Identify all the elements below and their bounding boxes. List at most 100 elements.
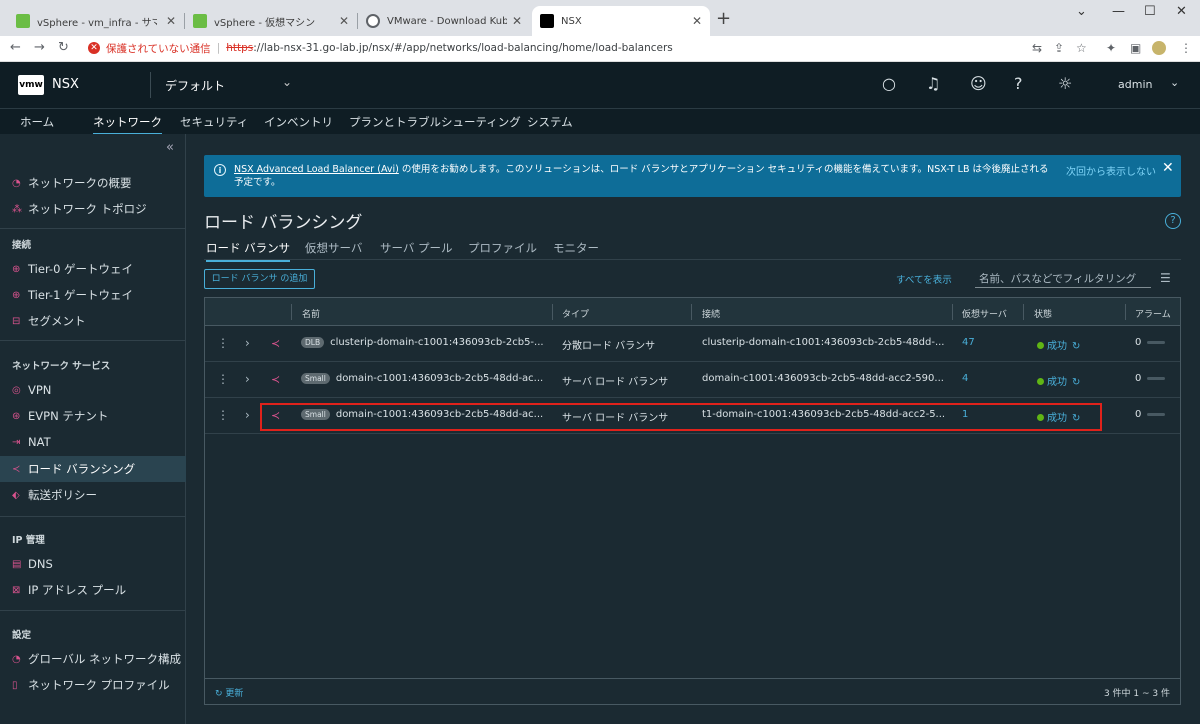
nav-networking[interactable]: ネットワーク: [93, 114, 162, 136]
dont-show-again-link[interactable]: 次回から表示しない: [1066, 163, 1156, 178]
row-actions-icon[interactable]: ⋮: [217, 336, 229, 350]
chevron-down-icon[interactable]: ⌄: [1170, 76, 1179, 89]
tab-profiles[interactable]: プロファイル: [468, 240, 537, 256]
security-warning[interactable]: 保護されていない通信: [106, 41, 211, 56]
help-icon[interactable]: ?: [1014, 74, 1023, 93]
chevron-down-icon[interactable]: ⌄: [1076, 4, 1087, 19]
tab-server-pools[interactable]: サーバ プール: [380, 240, 453, 256]
sidepanel-icon[interactable]: ▣: [1130, 41, 1141, 55]
close-icon[interactable]: ✕: [692, 14, 702, 28]
sidebar-item-evpn[interactable]: ⊛ EVPN テナント: [12, 403, 186, 429]
menu-kebab-icon[interactable]: ⋮: [1180, 41, 1192, 55]
collapse-icon[interactable]: «: [166, 140, 174, 155]
column-header-name[interactable]: 名前: [302, 307, 320, 320]
sidebar-item-forwarding-policy[interactable]: ⬖ 転送ポリシー: [12, 482, 186, 508]
url-path: ://lab-nsx-31.go-lab.jp/nsx/#/app/networ…: [253, 42, 673, 54]
bell-icon[interactable]: ♫: [926, 74, 940, 93]
close-icon[interactable]: ✕: [512, 14, 522, 28]
status-text[interactable]: 成功: [1047, 341, 1067, 352]
sidebar-item-segments[interactable]: ⊟ セグメント: [12, 308, 186, 334]
avi-link[interactable]: NSX Advanced Load Balancer (Avi): [234, 164, 399, 175]
column-header-type[interactable]: タイプ: [562, 307, 589, 320]
smiley-icon[interactable]: ☺: [970, 74, 987, 93]
close-icon[interactable]: ✕: [166, 14, 176, 28]
sidebar-item-load-balancing[interactable]: ≺ ロード バランシング: [0, 456, 186, 482]
help-icon[interactable]: ?: [1165, 213, 1181, 229]
sidebar-group-title: 設定: [12, 630, 32, 641]
minimize-icon[interactable]: —: [1112, 4, 1125, 19]
status-cell: 成功 ↻: [1037, 373, 1080, 388]
sidebar-item-network-overview[interactable]: ◔ ネットワークの概要: [12, 170, 186, 196]
sidebar-item-nat[interactable]: ⇥ NAT: [12, 429, 186, 455]
user-menu[interactable]: admin: [1118, 78, 1152, 91]
refresh-button[interactable]: ↻ 更新: [215, 686, 243, 699]
new-tab-icon[interactable]: +: [716, 8, 731, 29]
reload-icon[interactable]: ↻: [58, 40, 69, 55]
success-dot-icon: [1037, 342, 1044, 349]
table-row[interactable]: ⋮ › ≺ DLB clusterip-domain-c1001:436093cb…: [205, 326, 1180, 362]
sidebar-item-tier0[interactable]: ⊕ Tier-0 ゲートウェイ: [12, 256, 186, 282]
filter-input[interactable]: 名前、パスなどでフィルタリング: [975, 268, 1151, 288]
column-header-attachment[interactable]: 接続: [702, 307, 720, 320]
virtual-server-count-link[interactable]: 47: [962, 337, 975, 348]
add-load-balancer-button[interactable]: ロード バランサ の追加: [204, 269, 315, 289]
close-icon[interactable]: ✕: [339, 14, 349, 28]
nav-security[interactable]: セキュリティ: [180, 114, 248, 130]
browser-tab[interactable]: vSphere - 仮想マシン ✕: [185, 6, 357, 36]
maximize-icon[interactable]: ☐: [1144, 4, 1156, 19]
browser-tab-active[interactable]: NSX ✕: [532, 6, 710, 36]
status-text[interactable]: 成功: [1047, 377, 1067, 388]
browser-tab[interactable]: vSphere - vm_infra - サマリ ✕: [8, 6, 184, 36]
table-row[interactable]: ⋮ › ≺ Small domain-c1001:436093cb-2cb5-48…: [205, 362, 1180, 398]
profile-avatar[interactable]: [1152, 41, 1166, 55]
refresh-icon[interactable]: ↻: [1072, 341, 1080, 352]
sidebar-item-network-profiles[interactable]: ▯ ネットワーク プロファイル: [12, 672, 186, 698]
nav-inventory[interactable]: インベントリ: [264, 114, 333, 130]
nsx-favicon-icon: [540, 14, 554, 28]
chevron-right-icon[interactable]: ›: [245, 408, 250, 422]
filter-menu-icon[interactable]: ☰: [1160, 271, 1171, 285]
share-icon[interactable]: ⇪: [1054, 41, 1064, 55]
sidebar-item-vpn[interactable]: ◎ VPN: [12, 377, 186, 403]
sidebar-item-tier1[interactable]: ⊕ Tier-1 ゲートウェイ: [12, 282, 186, 308]
column-header-virtual-servers[interactable]: 仮想サーバ: [962, 307, 1007, 320]
vsphere-icon: [16, 14, 30, 28]
chevron-down-icon[interactable]: ⌄: [282, 75, 292, 89]
lb-name-cell[interactable]: Small domain-c1001:436093cb-2cb5-48dd-ac.…: [301, 373, 543, 384]
refresh-icon[interactable]: ↻: [1072, 377, 1080, 388]
tab-virtual-servers[interactable]: 仮想サーバ: [305, 240, 362, 256]
banner-text: NSX Advanced Load Balancer (Avi) の使用をお勧め…: [234, 164, 1049, 188]
lb-type-cell: 分散ロード バランサ: [562, 341, 656, 352]
virtual-server-count-link[interactable]: 4: [962, 373, 968, 384]
chevron-right-icon[interactable]: ›: [245, 372, 250, 386]
row-actions-icon[interactable]: ⋮: [217, 372, 229, 386]
sidebar-item-topology[interactable]: ⁂ ネットワーク トポロジ: [12, 196, 186, 222]
product-name: NSX: [52, 77, 79, 92]
browser-tab[interactable]: VMware - Download Kubernetes ✕: [358, 6, 530, 36]
nav-plan-troubleshoot[interactable]: プランとトラブルシューティング: [349, 114, 521, 130]
alarm-cell: 0: [1135, 337, 1166, 348]
tab-monitors[interactable]: モニター: [553, 240, 599, 256]
nav-system[interactable]: システム: [527, 114, 573, 130]
lb-name-cell[interactable]: DLB clusterip-domain-c1001:436093cb-2cb5-…: [301, 337, 544, 348]
close-icon[interactable]: ✕: [1162, 160, 1174, 176]
translate-icon[interactable]: ⇆: [1032, 41, 1042, 55]
column-header-alarms[interactable]: アラーム: [1135, 307, 1171, 320]
sidebar-item-dns[interactable]: ▤ DNS: [12, 551, 186, 577]
project-selector[interactable]: デフォルト: [165, 77, 225, 94]
chevron-right-icon[interactable]: ›: [245, 336, 250, 350]
window-close-icon[interactable]: ✕: [1176, 4, 1187, 19]
search-icon[interactable]: ○: [882, 74, 896, 93]
bookmark-star-icon[interactable]: ☆: [1076, 41, 1087, 55]
sidebar-item-global-network-config[interactable]: ◔ グローバル ネットワーク構成: [12, 646, 186, 672]
show-all-link[interactable]: すべてを表示: [896, 272, 952, 286]
forward-icon[interactable]: →: [34, 40, 45, 55]
extensions-icon[interactable]: ✦: [1106, 41, 1116, 55]
theme-sun-icon[interactable]: ☼: [1058, 74, 1072, 93]
nav-home[interactable]: ホーム: [20, 114, 54, 130]
back-icon[interactable]: ←: [10, 40, 21, 55]
sidebar-item-ip-pools[interactable]: ⊠ IP アドレス プール: [12, 577, 186, 603]
url-input[interactable]: ✕ 保護されていない通信 | https ://lab-nsx-31.go-la…: [80, 36, 1020, 60]
row-actions-icon[interactable]: ⋮: [217, 408, 229, 422]
column-header-status[interactable]: 状態: [1034, 307, 1052, 320]
